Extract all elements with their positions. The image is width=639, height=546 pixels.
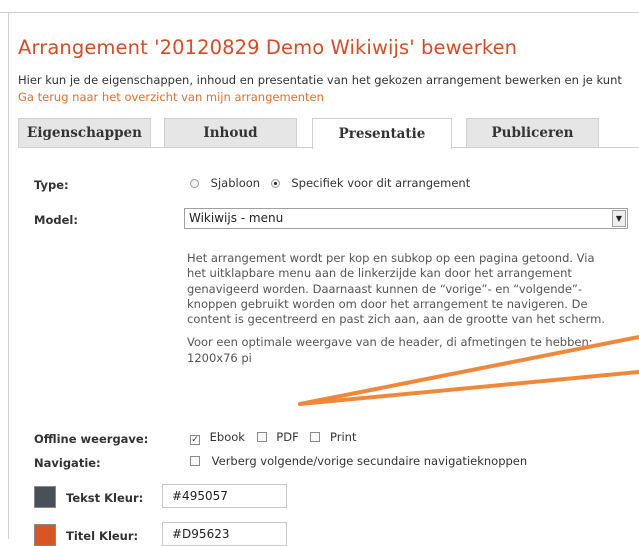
tab-label: Eigenschappen bbox=[27, 125, 142, 141]
model-select[interactable]: Wikiwijs - menu ▼ bbox=[184, 208, 628, 229]
checkbox-pdf[interactable] bbox=[256, 432, 267, 442]
title-color-label: Titel Kleur: bbox=[66, 529, 139, 543]
navigatie-option: Verberg volgende/vorige secundaire navig… bbox=[190, 454, 527, 468]
tab-eigenschappen[interactable]: Eigenschappen bbox=[18, 118, 151, 147]
offline-label: Offline weergave: bbox=[34, 432, 149, 446]
tab-label: Publiceren bbox=[491, 125, 574, 141]
text-color-swatch[interactable] bbox=[34, 486, 56, 508]
checkbox-hide-nav-label: Verberg volgende/vorige secundaire navig… bbox=[211, 454, 528, 468]
type-radio-group: Sjabloon Specifiek voor dit arrangement bbox=[190, 176, 470, 190]
radio-sjabloon[interactable] bbox=[190, 179, 199, 188]
checkbox-ebook[interactable]: ✓ bbox=[190, 435, 200, 445]
tab-label: Inhoud bbox=[203, 125, 258, 141]
intro-text: Hier kun je de eigenschappen, inhoud en … bbox=[18, 73, 622, 87]
page-title: Arrangement '20120829 Demo Wikiwijs' bew… bbox=[18, 36, 518, 59]
checkbox-print[interactable] bbox=[310, 432, 321, 442]
model-description-paragraph: Voor een optimale weergave van de header… bbox=[187, 335, 593, 365]
window-frame-top bbox=[0, 12, 639, 13]
checkbox-hide-nav[interactable] bbox=[190, 456, 200, 466]
radio-specifiek-label: Specifiek voor dit arrangement bbox=[291, 176, 471, 190]
tab-presentatie[interactable]: Presentatie bbox=[312, 118, 452, 149]
type-label: Type: bbox=[34, 178, 69, 192]
back-to-overview-link[interactable]: Ga terug naar het overzicht van mijn arr… bbox=[18, 90, 324, 104]
window-frame-left bbox=[8, 12, 9, 539]
tab-publiceren[interactable]: Publiceren bbox=[466, 118, 599, 147]
checkbox-pdf-label: PDF bbox=[276, 430, 299, 444]
model-label: Model: bbox=[34, 213, 78, 227]
checkbox-ebook-label: Ebook bbox=[209, 430, 245, 444]
title-color-input[interactable]: #D95623 bbox=[162, 522, 287, 546]
radio-sjabloon-label: Sjabloon bbox=[210, 176, 261, 190]
title-color-swatch[interactable] bbox=[34, 524, 56, 546]
tab-inhoud[interactable]: Inhoud bbox=[164, 118, 297, 147]
text-color-label: Tekst Kleur: bbox=[66, 491, 144, 505]
text-color-input[interactable]: #495057 bbox=[162, 484, 287, 508]
offline-checkbox-group: ✓ Ebook PDF Print bbox=[190, 430, 356, 445]
dropdown-arrow-icon[interactable]: ▼ bbox=[612, 210, 626, 227]
checkbox-print-label: Print bbox=[330, 430, 357, 444]
radio-specifiek[interactable] bbox=[270, 179, 280, 188]
model-description: Het arrangement wordt per kop en subkop … bbox=[187, 251, 617, 366]
model-select-value: Wikiwijs - menu bbox=[189, 211, 284, 225]
navigatie-label: Navigatie: bbox=[34, 456, 101, 470]
tab-label: Presentatie bbox=[338, 126, 426, 142]
tab-bar: Eigenschappen Inhoud Presentatie Publice… bbox=[18, 118, 639, 149]
model-description-paragraph: Het arrangement wordt per kop en subkop … bbox=[187, 251, 605, 327]
